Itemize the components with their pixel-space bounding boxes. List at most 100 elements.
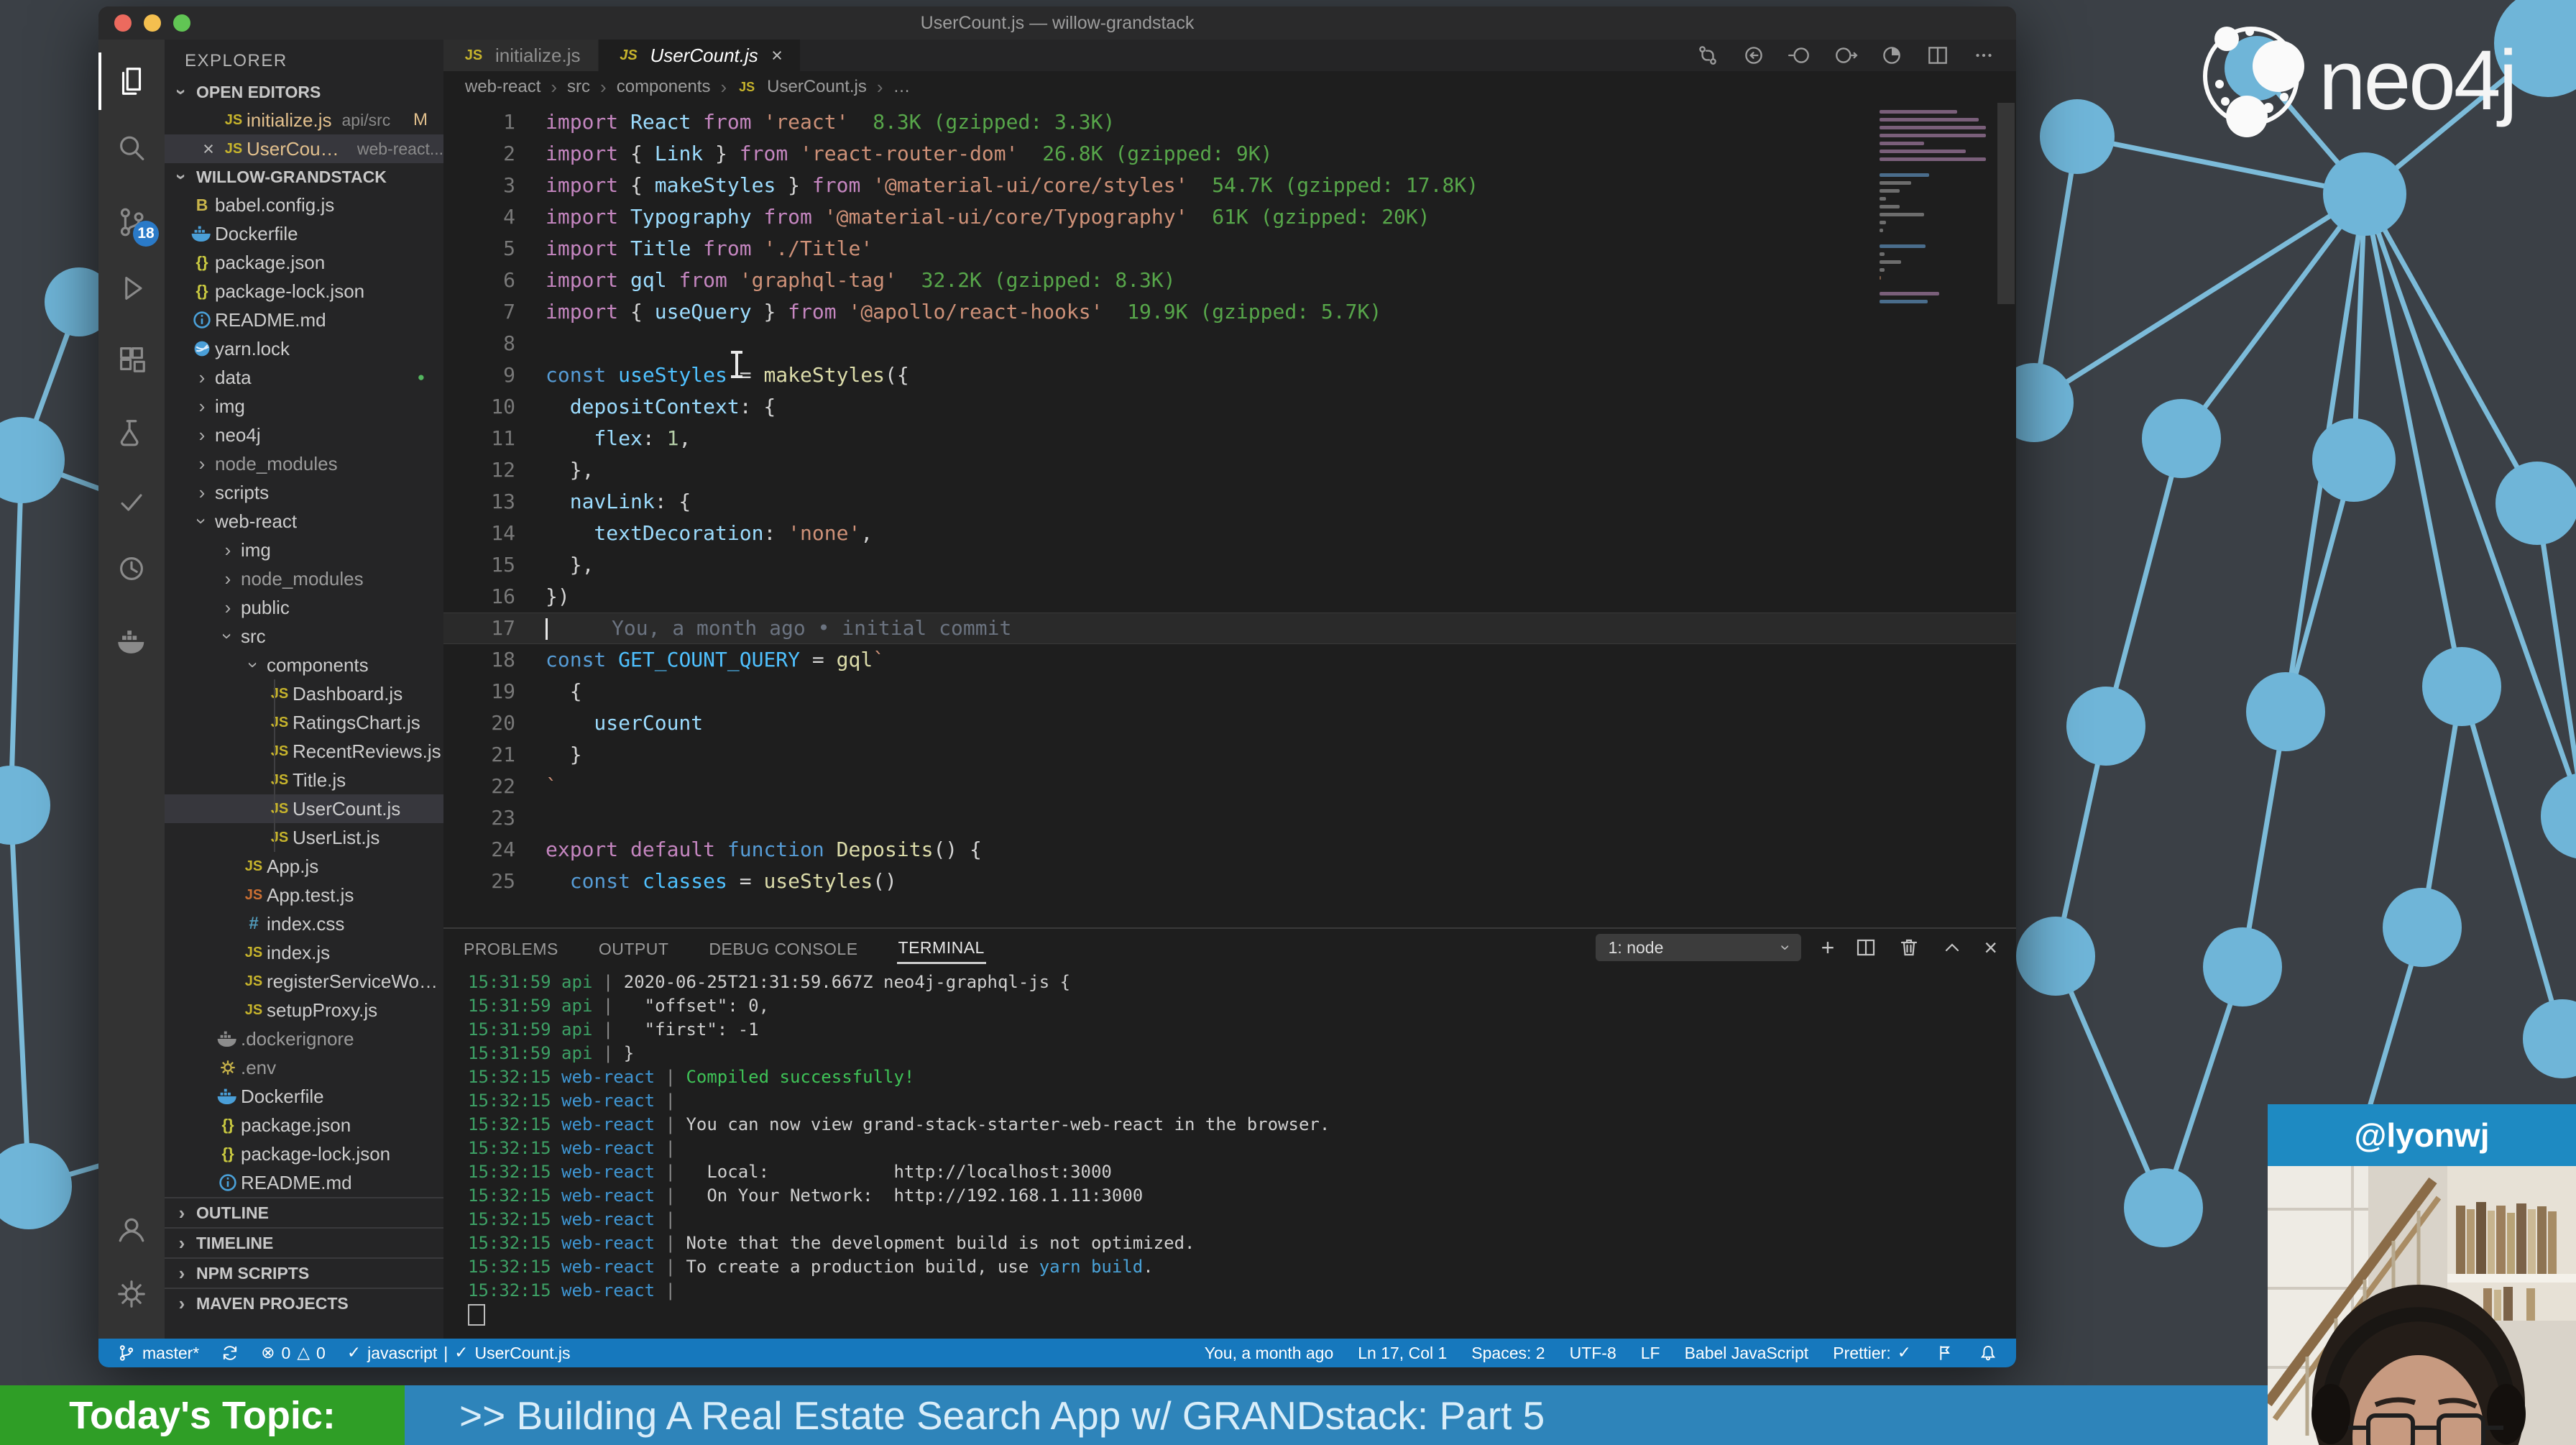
tree-file-index.js[interactable]: JSindex.js bbox=[165, 938, 443, 967]
next-change-icon[interactable] bbox=[1834, 43, 1858, 68]
tree-file-package-lock.json[interactable]: {}package-lock.json bbox=[165, 277, 443, 306]
close-tab-icon[interactable]: × bbox=[771, 45, 783, 67]
tree-file-README.md[interactable]: README.md bbox=[165, 1168, 443, 1197]
editor-scrollbar[interactable] bbox=[1997, 103, 2015, 304]
run-debug-icon[interactable] bbox=[98, 260, 165, 317]
feedback-status[interactable] bbox=[1936, 1344, 1954, 1362]
open-editor-item[interactable]: JSinitialize.jsapi/srcM bbox=[165, 106, 443, 134]
tree-file-RecentReviews.js[interactable]: JSRecentReviews.js bbox=[165, 737, 443, 766]
tab-terminal[interactable]: TERMINAL bbox=[897, 931, 986, 964]
minimize-window-button[interactable] bbox=[144, 14, 161, 32]
tree-file-index.css[interactable]: #index.css bbox=[165, 909, 443, 938]
tree-file-package-lock.json[interactable]: {}package-lock.json bbox=[165, 1139, 443, 1168]
js-file-icon: JS bbox=[241, 973, 267, 990]
open-changes-icon[interactable] bbox=[1742, 43, 1766, 68]
editor-column: JS initialize.js JS UserCount.js × bbox=[443, 40, 2016, 1339]
tree-folder-img[interactable]: ›img bbox=[165, 392, 443, 421]
extensions-icon[interactable] bbox=[98, 330, 165, 387]
encoding-status[interactable]: UTF-8 bbox=[1570, 1344, 1616, 1363]
settings-gear-icon[interactable] bbox=[98, 1265, 165, 1323]
open-editor-item[interactable]: ×JSUserCount.jsweb-react... bbox=[165, 134, 443, 163]
tab-output[interactable]: OUTPUT bbox=[597, 932, 671, 963]
sidebar-section-timeline[interactable]: ›TIMELINE bbox=[165, 1227, 443, 1257]
tree-folder-scripts[interactable]: ›scripts bbox=[165, 478, 443, 507]
open-editors-header[interactable]: › OPEN EDITORS bbox=[165, 78, 443, 106]
close-window-button[interactable] bbox=[114, 14, 132, 32]
gitlens-status[interactable]: You, a month ago bbox=[1205, 1344, 1333, 1363]
tab-debug-console[interactable]: DEBUG CONSOLE bbox=[707, 932, 859, 963]
account-icon[interactable] bbox=[98, 1201, 165, 1258]
docker-icon[interactable] bbox=[98, 613, 165, 671]
tree-file-package.json[interactable]: {}package.json bbox=[165, 1111, 443, 1139]
new-terminal-icon[interactable]: + bbox=[1821, 936, 1835, 959]
tree-file-.dockerignore[interactable]: .dockerignore bbox=[165, 1024, 443, 1053]
timeline-icon[interactable] bbox=[1880, 43, 1904, 68]
sync-status[interactable] bbox=[221, 1344, 239, 1362]
split-editor-icon[interactable] bbox=[1926, 43, 1950, 68]
more-actions-icon[interactable] bbox=[1972, 43, 1996, 68]
terminal-output[interactable]: 15:31:59 api | 2020-06-25T21:31:59.667Z … bbox=[443, 966, 2016, 1339]
tree-folder-node_modules[interactable]: ›node_modules bbox=[165, 449, 443, 478]
tab-usercount-js[interactable]: JS UserCount.js × bbox=[599, 40, 800, 71]
tree-file-Dockerfile[interactable]: Dockerfile bbox=[165, 219, 443, 248]
tree-file-babel.config.js[interactable]: Bbabel.config.js bbox=[165, 191, 443, 219]
tab-initialize-js[interactable]: JS initialize.js bbox=[443, 40, 599, 71]
tree-file-Title.js[interactable]: JSTitle.js bbox=[165, 766, 443, 794]
clock-extension-icon[interactable] bbox=[98, 540, 165, 597]
indentation-status[interactable]: Spaces: 2 bbox=[1471, 1344, 1545, 1363]
tab-problems[interactable]: PROBLEMS bbox=[462, 932, 560, 963]
js-file-icon: JS bbox=[461, 47, 487, 64]
breadcrumb[interactable]: web-react› src› components› JS UserCount… bbox=[443, 71, 2016, 103]
language-status[interactable]: ✓ javascript | ✓ UserCount.js bbox=[347, 1344, 571, 1363]
tree-folder-node_modules[interactable]: ›node_modules bbox=[165, 564, 443, 593]
test-flask-icon[interactable] bbox=[98, 405, 165, 462]
tree-folder-components[interactable]: ›components bbox=[165, 651, 443, 679]
sidebar-section-outline[interactable]: ›OUTLINE bbox=[165, 1197, 443, 1227]
notifications-status[interactable] bbox=[1979, 1344, 1997, 1362]
sidebar-section-maven-projects[interactable]: ›MAVEN PROJECTS bbox=[165, 1288, 443, 1318]
explorer-icon[interactable] bbox=[98, 52, 165, 110]
tree-folder-neo4j[interactable]: ›neo4j bbox=[165, 421, 443, 449]
prettier-status[interactable]: Prettier:✓ bbox=[1833, 1344, 1911, 1363]
tree-file-Dockerfile[interactable]: Dockerfile bbox=[165, 1082, 443, 1111]
tree-file-yarn.lock[interactable]: yarn.lock bbox=[165, 334, 443, 363]
sidebar-section-npm-scripts[interactable]: ›NPM SCRIPTS bbox=[165, 1257, 443, 1288]
tree-file-UserCount.js[interactable]: JSUserCount.js bbox=[165, 794, 443, 823]
maximize-window-button[interactable] bbox=[173, 14, 190, 32]
maximize-panel-icon[interactable] bbox=[1941, 936, 1964, 959]
tree-file-App.test.js[interactable]: JSApp.test.js bbox=[165, 881, 443, 909]
tree-folder-public[interactable]: ›public bbox=[165, 593, 443, 622]
tree-folder-web-react[interactable]: ›web-react bbox=[165, 507, 443, 536]
tree-folder-src[interactable]: ›src bbox=[165, 622, 443, 651]
tree-folder-data[interactable]: ›data● bbox=[165, 363, 443, 392]
code-editor[interactable]: 1import React from 'react' 8.3K (gzipped… bbox=[443, 103, 2016, 927]
minimap[interactable] bbox=[1880, 110, 1987, 308]
tree-file-Dashboard.js[interactable]: JSDashboard.js bbox=[165, 679, 443, 708]
tree-file-registerServiceWorker.js[interactable]: JSregisterServiceWorker.js bbox=[165, 967, 443, 996]
tree-file-UserList.js[interactable]: JSUserList.js bbox=[165, 823, 443, 852]
source-control-icon[interactable]: 18 bbox=[98, 193, 165, 251]
kill-terminal-icon[interactable] bbox=[1898, 936, 1920, 959]
tree-file-.env[interactable]: .env bbox=[165, 1053, 443, 1082]
tree-file-RatingsChart.js[interactable]: JSRatingsChart.js bbox=[165, 708, 443, 737]
language-mode[interactable]: Babel JavaScript bbox=[1685, 1344, 1809, 1363]
cursor-position[interactable]: Ln 17, Col 1 bbox=[1358, 1344, 1447, 1363]
eol-status[interactable]: LF bbox=[1641, 1344, 1660, 1363]
tree-file-package.json[interactable]: {}package.json bbox=[165, 248, 443, 277]
git-compare-icon[interactable] bbox=[1696, 43, 1720, 68]
tree-file-App.js[interactable]: JSApp.js bbox=[165, 852, 443, 881]
tree-folder-img[interactable]: ›img bbox=[165, 536, 443, 564]
tree-file-setupProxy.js[interactable]: JSsetupProxy.js bbox=[165, 996, 443, 1024]
problems-status[interactable]: ⊗ 0 △ 0 bbox=[261, 1344, 326, 1363]
close-editor-icon[interactable]: × bbox=[196, 138, 221, 160]
webcam-overlay: @lyonwj bbox=[2268, 1104, 2576, 1445]
previous-change-icon[interactable] bbox=[1788, 43, 1812, 68]
workspace-header[interactable]: › WILLOW-GRANDSTACK bbox=[165, 163, 443, 191]
tree-file-README.md[interactable]: README.md bbox=[165, 306, 443, 334]
split-terminal-icon[interactable] bbox=[1854, 936, 1877, 959]
close-panel-icon[interactable]: × bbox=[1984, 936, 1997, 959]
checkmark-icon[interactable] bbox=[98, 474, 165, 531]
shell-select[interactable]: 1: node › bbox=[1596, 934, 1801, 961]
search-icon[interactable] bbox=[98, 120, 165, 178]
git-branch-status[interactable]: master* bbox=[117, 1344, 199, 1363]
